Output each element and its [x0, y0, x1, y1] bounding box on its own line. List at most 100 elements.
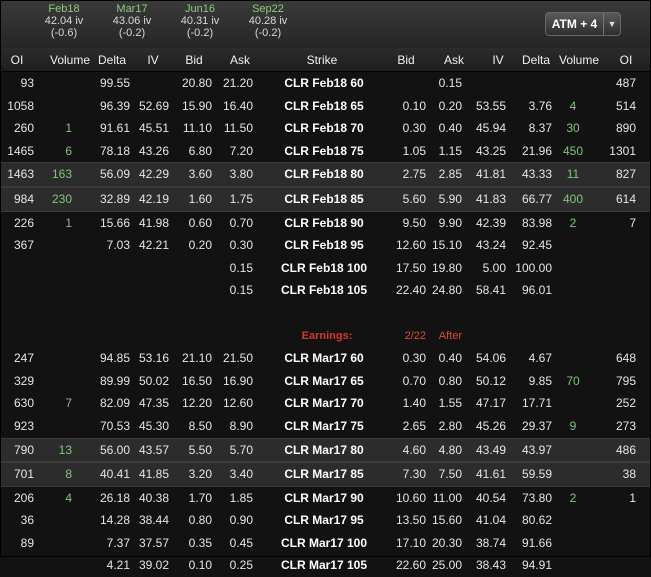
call-open-interest[interactable]: 89	[0, 532, 34, 555]
call-delta[interactable]: 4.21	[80, 554, 130, 577]
put-delta[interactable]: 96.01	[510, 279, 552, 302]
strike[interactable]: CLR Mar17 90	[268, 487, 380, 510]
put-iv[interactable]: 45.26	[470, 415, 506, 438]
put-open-interest[interactable]: 514	[596, 95, 636, 118]
put-open-interest[interactable]: 273	[596, 415, 636, 438]
call-open-interest[interactable]: 36	[0, 509, 34, 532]
put-ask[interactable]: 25.00	[430, 554, 462, 577]
call-delta[interactable]: 56.09	[80, 163, 130, 186]
call-delta[interactable]: 99.55	[80, 72, 130, 95]
put-volume[interactable]: 70	[558, 370, 588, 393]
call-delta[interactable]: 15.66	[80, 212, 130, 235]
put-delta[interactable]: 80.62	[510, 509, 552, 532]
put-delta[interactable]: 94.91	[510, 554, 552, 577]
call-ask[interactable]: 8.90	[217, 415, 253, 438]
put-iv[interactable]: 41.61	[470, 463, 506, 486]
expiration-tab-sep22[interactable]: Sep22 40.28 iv (-0.2)	[238, 3, 298, 39]
put-bid[interactable]: 0.10	[389, 95, 426, 118]
call-iv[interactable]: 41.85	[134, 463, 169, 486]
call-volume[interactable]: 7	[40, 392, 72, 415]
table-row[interactable]: 1465 6 78.18 43.26 6.80 7.20 CLR Feb18 75 1.05 1…	[0, 140, 651, 163]
put-delta[interactable]: 21.96	[510, 140, 552, 163]
call-iv[interactable]: 42.29	[134, 163, 169, 186]
call-bid[interactable]: 0.60	[175, 212, 212, 235]
put-open-interest[interactable]: 614	[596, 188, 636, 211]
call-open-interest[interactable]: 1058	[0, 95, 34, 118]
strike[interactable]: CLR Feb18 105	[268, 279, 380, 302]
call-ask[interactable]: 7.20	[217, 140, 253, 163]
strike[interactable]: CLR Feb18 60	[268, 72, 380, 95]
put-iv[interactable]: 50.12	[470, 370, 506, 393]
call-iv[interactable]: 41.98	[134, 212, 169, 235]
header-put-oi[interactable]: OI	[612, 53, 640, 67]
call-volume[interactable]: 8	[40, 463, 72, 486]
table-row[interactable]: 329 89.99 50.02 16.50 16.90 CLR Mar17 65 0.70 0…	[0, 370, 651, 393]
strike[interactable]: CLR Feb18 80	[268, 163, 380, 186]
table-row[interactable]: 0.15 CLR Feb18 105 22.40 24.80 58.41 96.01	[0, 279, 651, 302]
put-ask[interactable]: 0.80	[430, 370, 462, 393]
put-volume[interactable]: 4	[558, 95, 588, 118]
call-delta[interactable]: 96.39	[80, 95, 130, 118]
put-delta[interactable]: 43.97	[510, 439, 552, 462]
expiration-tab-mar17[interactable]: Mar17 43.06 iv (-0.2)	[102, 3, 162, 39]
put-bid[interactable]: 22.40	[389, 279, 426, 302]
call-open-interest[interactable]: 226	[0, 212, 34, 235]
strike[interactable]: CLR Mar17 65	[268, 370, 380, 393]
put-delta[interactable]: 92.45	[510, 234, 552, 257]
strike[interactable]: CLR Feb18 85	[268, 188, 380, 211]
call-open-interest[interactable]: 923	[0, 415, 34, 438]
put-volume[interactable]: 11	[558, 163, 588, 186]
call-delta[interactable]: 70.53	[80, 415, 130, 438]
put-open-interest[interactable]: 890	[596, 117, 636, 140]
call-delta[interactable]: 32.89	[80, 188, 130, 211]
header-put-volume[interactable]: Volume	[556, 53, 602, 67]
call-iv[interactable]: 37.57	[134, 532, 169, 555]
header-call-iv[interactable]: IV	[138, 53, 168, 67]
put-bid[interactable]: 17.10	[389, 532, 426, 555]
call-bid[interactable]: 1.70	[175, 487, 212, 510]
put-iv[interactable]: 53.55	[470, 95, 506, 118]
strike[interactable]: CLR Mar17 70	[268, 392, 380, 415]
header-put-iv[interactable]: IV	[484, 53, 512, 67]
put-delta[interactable]: 8.37	[510, 117, 552, 140]
put-ask[interactable]: 1.55	[430, 392, 462, 415]
call-open-interest[interactable]: 367	[0, 234, 34, 257]
call-iv[interactable]: 43.57	[134, 439, 169, 462]
call-ask[interactable]: 16.90	[217, 370, 253, 393]
call-bid[interactable]: 0.20	[175, 234, 212, 257]
strike[interactable]: CLR Feb18 65	[268, 95, 380, 118]
call-iv[interactable]: 45.51	[134, 117, 169, 140]
call-iv[interactable]: 50.02	[134, 370, 169, 393]
call-ask[interactable]: 0.90	[217, 509, 253, 532]
strike[interactable]: CLR Feb18 75	[268, 140, 380, 163]
put-ask[interactable]: 2.85	[430, 163, 462, 186]
call-ask[interactable]: 0.25	[217, 554, 253, 577]
put-bid[interactable]: 17.50	[389, 257, 426, 280]
table-row[interactable]: 1463 163 56.09 42.29 3.60 3.80 CLR Feb18 80 2.7…	[0, 162, 651, 187]
put-delta[interactable]: 100.00	[510, 257, 552, 280]
table-row[interactable]: 0.15 CLR Feb18 100 17.50 19.80 5.00 100.00	[0, 257, 651, 280]
call-open-interest[interactable]: 701	[0, 463, 34, 486]
call-ask[interactable]: 5.70	[217, 439, 253, 462]
put-ask[interactable]: 15.10	[430, 234, 462, 257]
put-ask[interactable]: 15.60	[430, 509, 462, 532]
put-bid[interactable]: 1.40	[389, 392, 426, 415]
put-open-interest[interactable]: 38	[596, 463, 636, 486]
call-bid[interactable]: 21.10	[175, 347, 212, 370]
put-bid[interactable]: 13.50	[389, 509, 426, 532]
header-put-delta[interactable]: Delta	[516, 53, 556, 67]
put-bid[interactable]: 22.60	[389, 554, 426, 577]
call-ask[interactable]: 0.15	[217, 279, 253, 302]
header-call-volume[interactable]: Volume	[48, 53, 92, 67]
strike[interactable]: CLR Mar17 100	[268, 532, 380, 555]
put-delta[interactable]: 73.80	[510, 487, 552, 510]
put-ask[interactable]: 4.80	[430, 439, 462, 462]
put-bid[interactable]: 5.60	[389, 188, 426, 211]
call-iv[interactable]: 47.35	[134, 392, 169, 415]
put-iv[interactable]: 38.43	[470, 554, 506, 577]
call-volume[interactable]: 4	[40, 487, 72, 510]
table-row[interactable]: 984 230 32.89 42.19 1.60 1.75 CLR Feb18 85 5.60…	[0, 186, 651, 212]
put-open-interest[interactable]: 487	[596, 72, 636, 95]
put-iv[interactable]: 54.06	[470, 347, 506, 370]
put-volume[interactable]: 9	[558, 415, 588, 438]
